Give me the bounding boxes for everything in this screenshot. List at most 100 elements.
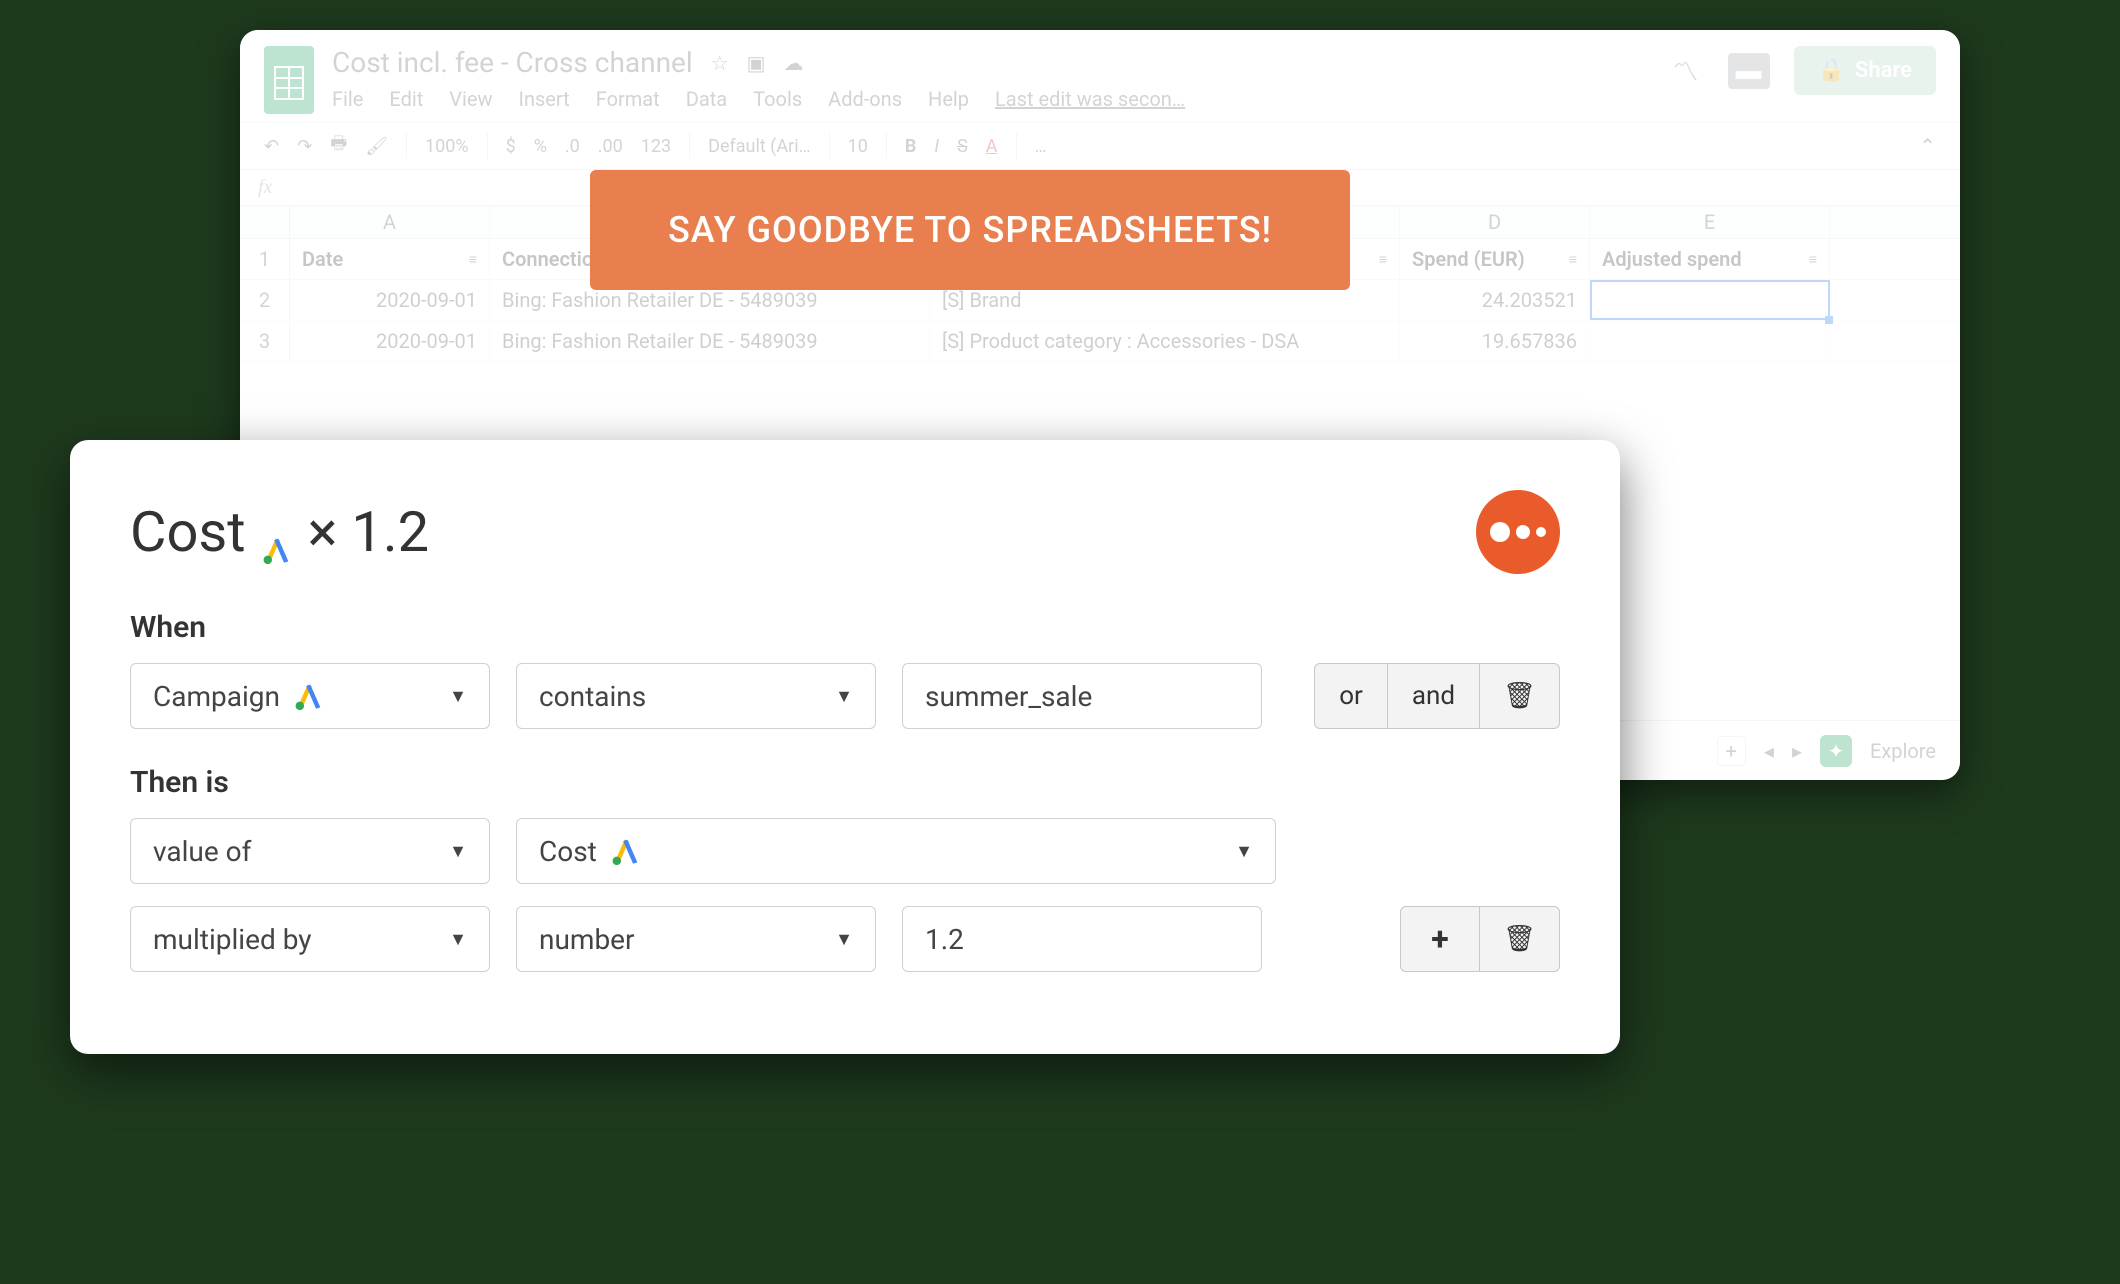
- share-button[interactable]: 🔒 Share: [1794, 46, 1936, 95]
- then-field-select[interactable]: Cost ▼: [516, 818, 1276, 884]
- cell-adjusted[interactable]: [1590, 280, 1830, 320]
- format-currency[interactable]: $: [506, 136, 516, 157]
- bold-button[interactable]: B: [905, 136, 917, 157]
- col-header-e[interactable]: E: [1590, 206, 1830, 238]
- chevron-down-icon: ▼: [835, 686, 853, 707]
- font-size[interactable]: 10: [848, 136, 868, 157]
- rule-card: Cost × 1.2 When Campaign ▼ contains ▼ su: [70, 440, 1620, 1054]
- toolbar: ↶ ↷ 🖶 🖌 100% $ % .0 .00 123 Default (Ari…: [240, 122, 1960, 170]
- col-header-d[interactable]: D: [1400, 206, 1590, 238]
- cell-adjusted[interactable]: [1590, 321, 1830, 361]
- rule-title-prefix: Cost: [130, 499, 246, 565]
- move-folder-icon[interactable]: ▣: [747, 51, 766, 75]
- then-value-input[interactable]: 1.2: [902, 906, 1262, 972]
- menu-data[interactable]: Data: [686, 87, 727, 111]
- footer-right-icon[interactable]: ▸: [1792, 739, 1802, 763]
- google-ads-icon: [260, 515, 294, 549]
- when-value-input[interactable]: summer_sale: [902, 663, 1262, 729]
- filter-icon[interactable]: ≡: [1569, 251, 1577, 268]
- footer-plus-icon[interactable]: +: [1717, 736, 1746, 766]
- header-date: Date: [302, 247, 343, 271]
- rule-title: Cost × 1.2: [130, 499, 429, 565]
- menu-format[interactable]: Format: [596, 87, 660, 111]
- google-ads-icon: [292, 679, 326, 713]
- add-operation-button[interactable]: +: [1400, 906, 1480, 972]
- then-op-select[interactable]: multiplied by ▼: [130, 906, 490, 972]
- format-percent[interactable]: %: [534, 136, 547, 157]
- when-value-text: summer_sale: [925, 680, 1092, 713]
- menu-insert[interactable]: Insert: [519, 87, 570, 111]
- sheets-logo-icon: [264, 46, 314, 114]
- promo-banner: SAY GOODBYE TO SPREADSHEETS!: [590, 170, 1350, 290]
- menu-addons[interactable]: Add-ons: [828, 87, 902, 111]
- then-value-text: 1.2: [925, 923, 964, 956]
- chevron-down-icon: ▼: [449, 929, 467, 950]
- menu-view[interactable]: View: [449, 87, 492, 111]
- chevron-down-icon: ▼: [835, 929, 853, 950]
- paint-format-icon[interactable]: 🖌: [365, 136, 388, 157]
- and-button[interactable]: and: [1388, 663, 1480, 729]
- delete-condition-button[interactable]: 🗑: [1480, 663, 1560, 729]
- filter-icon[interactable]: ≡: [1809, 251, 1817, 268]
- toolbar-more[interactable]: …: [1035, 136, 1047, 157]
- trash-icon: 🗑: [1503, 924, 1536, 954]
- header-adjusted: Adjusted spend: [1602, 247, 1742, 271]
- delete-operation-button[interactable]: 🗑: [1480, 906, 1560, 972]
- format-123[interactable]: 123: [641, 136, 671, 157]
- comments-icon[interactable]: ▬: [1728, 53, 1770, 89]
- strike-button[interactable]: S: [957, 136, 968, 157]
- menu-help[interactable]: Help: [928, 87, 969, 111]
- format-dec-less[interactable]: .0: [565, 136, 580, 157]
- when-operator-value: contains: [539, 680, 646, 713]
- redo-icon[interactable]: ↷: [297, 136, 312, 157]
- undo-icon[interactable]: ↶: [264, 136, 279, 157]
- cell-date[interactable]: 2020-09-01: [290, 321, 490, 361]
- lock-icon: 🔒: [1818, 58, 1845, 83]
- then-type-value: number: [539, 923, 635, 956]
- star-icon[interactable]: ☆: [711, 51, 729, 75]
- cell-connection[interactable]: Bing: Fashion Retailer DE - 5489039: [490, 321, 930, 361]
- text-color-button[interactable]: A: [986, 136, 998, 157]
- menu-file[interactable]: File: [332, 87, 363, 111]
- then-label: Then is: [130, 765, 1560, 800]
- last-edit-link[interactable]: Last edit was secon…: [995, 87, 1185, 111]
- activity-icon[interactable]: 〽: [1668, 53, 1704, 89]
- cell-date[interactable]: 2020-09-01: [290, 280, 490, 320]
- explore-icon[interactable]: ✦: [1820, 735, 1852, 767]
- then-source-select[interactable]: value of ▼: [130, 818, 490, 884]
- format-dec-more[interactable]: .00: [598, 136, 623, 157]
- print-icon[interactable]: 🖶: [330, 131, 347, 161]
- then-op-value: multiplied by: [153, 923, 312, 956]
- row-number[interactable]: 2: [240, 280, 290, 320]
- footer-left-icon[interactable]: ◂: [1764, 739, 1774, 763]
- cell-spend[interactable]: 19.657836: [1400, 321, 1590, 361]
- or-button[interactable]: or: [1314, 663, 1388, 729]
- chevron-down-icon: ▼: [1235, 841, 1253, 862]
- plus-icon: +: [1431, 920, 1448, 958]
- menu-tools[interactable]: Tools: [753, 87, 802, 111]
- document-title[interactable]: Cost incl. fee - Cross channel: [332, 46, 693, 79]
- zoom-select[interactable]: 100%: [425, 136, 469, 157]
- filter-icon[interactable]: ≡: [469, 251, 477, 268]
- col-header-a[interactable]: A: [290, 206, 490, 238]
- header-connection: Connection: [502, 247, 604, 271]
- then-type-select[interactable]: number ▼: [516, 906, 876, 972]
- cloud-status-icon: ☁: [784, 51, 804, 75]
- filter-icon[interactable]: ≡: [1379, 251, 1387, 268]
- chevron-down-icon: ▼: [449, 841, 467, 862]
- cell-campaign[interactable]: [S] Product category : Accessories - DSA: [930, 321, 1400, 361]
- more-actions-button[interactable]: [1476, 490, 1560, 574]
- when-operator-select[interactable]: contains ▼: [516, 663, 876, 729]
- menu-bar: File Edit View Insert Format Data Tools …: [332, 87, 1650, 111]
- collapse-toolbar-icon[interactable]: ⌃: [1919, 134, 1936, 158]
- when-field-select[interactable]: Campaign ▼: [130, 663, 490, 729]
- cell-spend[interactable]: 24.203521: [1400, 280, 1590, 320]
- when-field-value: Campaign: [153, 680, 280, 713]
- explore-label[interactable]: Explore: [1870, 739, 1936, 763]
- row-number[interactable]: 3: [240, 321, 290, 361]
- menu-edit[interactable]: Edit: [389, 87, 423, 111]
- font-select[interactable]: Default (Ari…: [708, 136, 810, 157]
- italic-button[interactable]: I: [934, 136, 939, 157]
- rule-title-suffix: × 1.2: [308, 499, 430, 565]
- chevron-down-icon: ▼: [449, 686, 467, 707]
